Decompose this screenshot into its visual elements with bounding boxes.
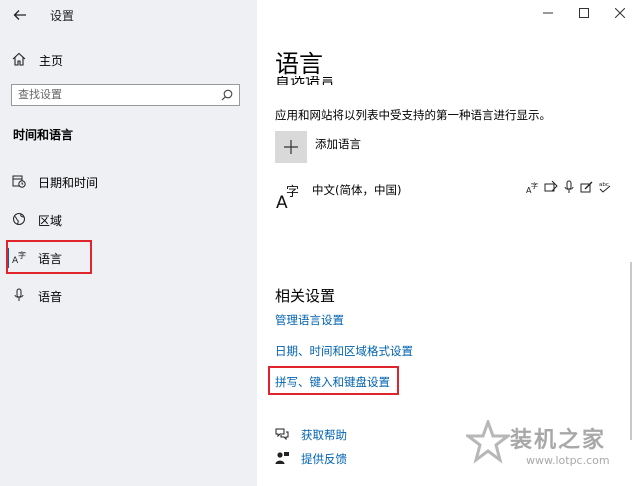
watermark: 装机之家 www.lotpc.com: [466, 410, 640, 486]
sidebar-home-label: 主页: [39, 54, 64, 68]
language-name: 中文(简体，中国): [312, 183, 402, 197]
add-language-label[interactable]: 添加语言: [315, 136, 361, 152]
microphone-icon: [14, 288, 24, 301]
handwriting-icon: [580, 181, 593, 193]
svg-text:字: 字: [286, 185, 299, 200]
titlebar-left: 设置: [0, 0, 257, 30]
star-logo-icon: [466, 420, 510, 464]
highlight-box: [268, 366, 399, 395]
section-title: 时间和语言: [13, 128, 74, 142]
home-icon: [12, 52, 26, 66]
display-language-icon: A 字: [526, 181, 538, 194]
speech-icon: [564, 180, 574, 193]
help-chat-icon: [275, 428, 289, 441]
svg-text:字: 字: [531, 181, 538, 190]
sidebar: 设置 主页 时间和语言 日期和时间 区域 A: [0, 0, 257, 486]
app-title: 设置: [50, 9, 75, 23]
link-manage-language-settings[interactable]: 管理语言设置: [275, 312, 344, 328]
spellcheck-icon: abc: [599, 182, 611, 193]
feedback-icon: [275, 452, 289, 464]
minimize-button[interactable]: [538, 4, 558, 24]
maximize-button[interactable]: [574, 4, 594, 24]
link-date-time-region-format[interactable]: 日期、时间和区域格式设置: [275, 343, 413, 359]
sidebar-item-label: 日期和时间: [38, 176, 99, 190]
sidebar-item-speech[interactable]: 语音: [0, 278, 257, 312]
page-title: 语言: [275, 50, 323, 78]
language-list-item[interactable]: A 字 中文(简体，中国) A 字 abc: [275, 180, 625, 210]
highlight-box: [6, 240, 92, 274]
watermark-url: www.lotpc.com: [526, 454, 610, 467]
get-help-label: 获取帮助: [301, 428, 347, 442]
search-input[interactable]: [18, 88, 208, 101]
globe-icon: [13, 213, 25, 225]
sidebar-item-label: 区域: [38, 214, 63, 228]
watermark-text: 装机之家: [510, 428, 607, 453]
close-icon: [614, 7, 626, 19]
search-icon[interactable]: [221, 89, 233, 101]
sidebar-item-label: 语音: [38, 290, 63, 304]
add-language-button[interactable]: [275, 131, 307, 163]
related-settings-title: 相关设置: [275, 287, 336, 305]
sidebar-item-datetime[interactable]: 日期和时间: [0, 164, 257, 198]
language-glyph-icon: A 字: [276, 185, 299, 210]
svg-text:abc: abc: [599, 182, 609, 188]
description-text: 应用和网站将以列表中受支持的第一种语言进行显示。: [275, 108, 551, 122]
preferred-languages-heading: 首选语言: [275, 76, 336, 85]
keyboard-icon: [544, 180, 558, 192]
plus-icon: [284, 140, 298, 154]
sidebar-item-region[interactable]: 区域: [0, 202, 257, 236]
back-button[interactable]: [10, 5, 30, 25]
close-button[interactable]: [610, 4, 630, 24]
maximize-icon: [579, 8, 589, 18]
feedback-label: 提供反馈: [301, 452, 347, 466]
minimize-icon: [543, 12, 553, 14]
search-box[interactable]: [11, 84, 240, 106]
back-arrow-icon: [13, 10, 26, 20]
calendar-clock-icon: [12, 175, 26, 188]
